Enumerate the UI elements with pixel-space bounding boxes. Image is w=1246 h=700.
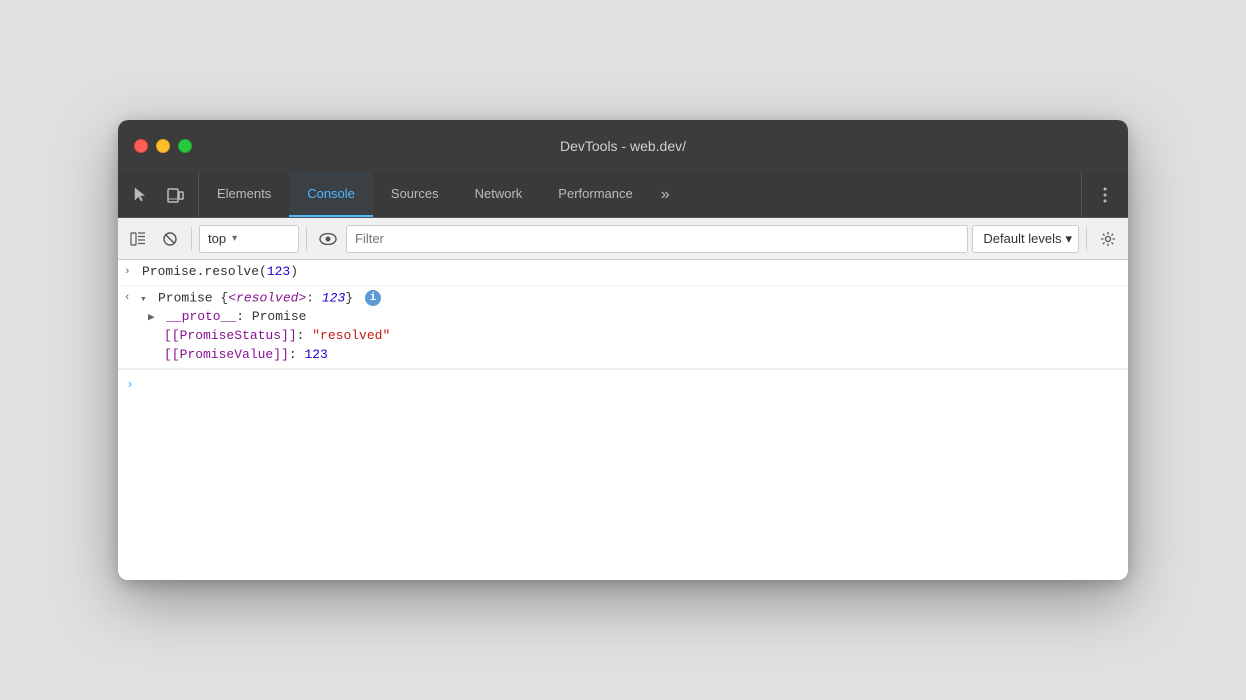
inspect-element-button[interactable] [126, 180, 156, 210]
console-toolbar: top ▾ Default levels ▾ [118, 218, 1128, 260]
clear-console-button[interactable] [124, 225, 152, 253]
context-selector[interactable]: top ▾ [199, 225, 299, 253]
console-entry-1: › Promise.resolve(123) [118, 260, 1128, 286]
console-entry-2: ‹ ▾ Promise {<resolved>: 123} i ▶ __prot… [118, 286, 1128, 369]
proto-arrow[interactable]: ▶ [148, 310, 162, 324]
tab-sources[interactable]: Sources [373, 172, 457, 217]
close-button[interactable] [134, 139, 148, 153]
block-requests-button[interactable] [156, 225, 184, 253]
devtools-menu-button[interactable] [1090, 180, 1120, 210]
toolbar-divider-3 [1086, 227, 1087, 251]
context-arrow: ▾ [232, 233, 237, 244]
entry-1-text: Promise.resolve( [142, 264, 267, 279]
console-input[interactable] [140, 376, 1120, 392]
input-prompt: › [126, 377, 134, 392]
tab-console[interactable]: Console [289, 172, 373, 217]
gear-icon [1100, 231, 1116, 247]
entry-2-back-arrow[interactable]: ‹ [124, 292, 138, 304]
traffic-lights [134, 139, 192, 153]
tab-network[interactable]: Network [457, 172, 541, 217]
console-input-line: › [118, 369, 1128, 398]
more-tabs-button[interactable]: » [651, 172, 680, 217]
toolbar-divider-2 [306, 227, 307, 251]
eye-icon [319, 233, 337, 245]
settings-button[interactable] [1094, 225, 1122, 253]
minimize-button[interactable] [156, 139, 170, 153]
entry-2-expand-arrow[interactable]: ▾ [140, 292, 154, 306]
entry-2-content: Promise {<resolved>: 123} i [158, 290, 1120, 306]
console-output: › Promise.resolve(123) ‹ ▾ Promise {<res… [118, 260, 1128, 580]
tab-bar-menu [1081, 172, 1128, 217]
filter-input[interactable] [346, 225, 968, 253]
device-toolbar-button[interactable] [160, 180, 190, 210]
promise-status-line: [[PromiseStatus]]: "resolved" [124, 326, 1120, 345]
tab-performance[interactable]: Performance [540, 172, 650, 217]
main-tabs: Elements Console Sources Network Perform… [199, 172, 1081, 217]
device-icon [166, 186, 184, 204]
levels-dropdown[interactable]: Default levels ▾ [972, 225, 1079, 253]
devtools-window: DevTools - web.dev/ Elements [118, 120, 1128, 580]
cursor-icon [132, 186, 150, 204]
info-badge[interactable]: i [365, 290, 381, 306]
tab-bar: Elements Console Sources Network Perform… [118, 172, 1128, 218]
promise-value-line: [[PromiseValue]]: 123 [124, 345, 1120, 364]
tab-bar-icons [118, 172, 199, 217]
block-icon [162, 231, 178, 247]
eye-button[interactable] [314, 225, 342, 253]
entry-1-arrow[interactable]: › [124, 266, 138, 278]
maximize-button[interactable] [178, 139, 192, 153]
proto-line: ▶ __proto__: Promise [124, 306, 1120, 326]
window-title: DevTools - web.dev/ [560, 138, 686, 154]
title-bar: DevTools - web.dev/ [118, 120, 1128, 172]
tab-elements[interactable]: Elements [199, 172, 289, 217]
vertical-dots-icon [1103, 187, 1107, 203]
sidebar-icon [130, 231, 146, 247]
entry-1-content: Promise.resolve(123) [142, 264, 1120, 279]
promise-label: Promise [158, 290, 220, 305]
levels-arrow: ▾ [1065, 231, 1072, 247]
toolbar-divider-1 [191, 227, 192, 251]
